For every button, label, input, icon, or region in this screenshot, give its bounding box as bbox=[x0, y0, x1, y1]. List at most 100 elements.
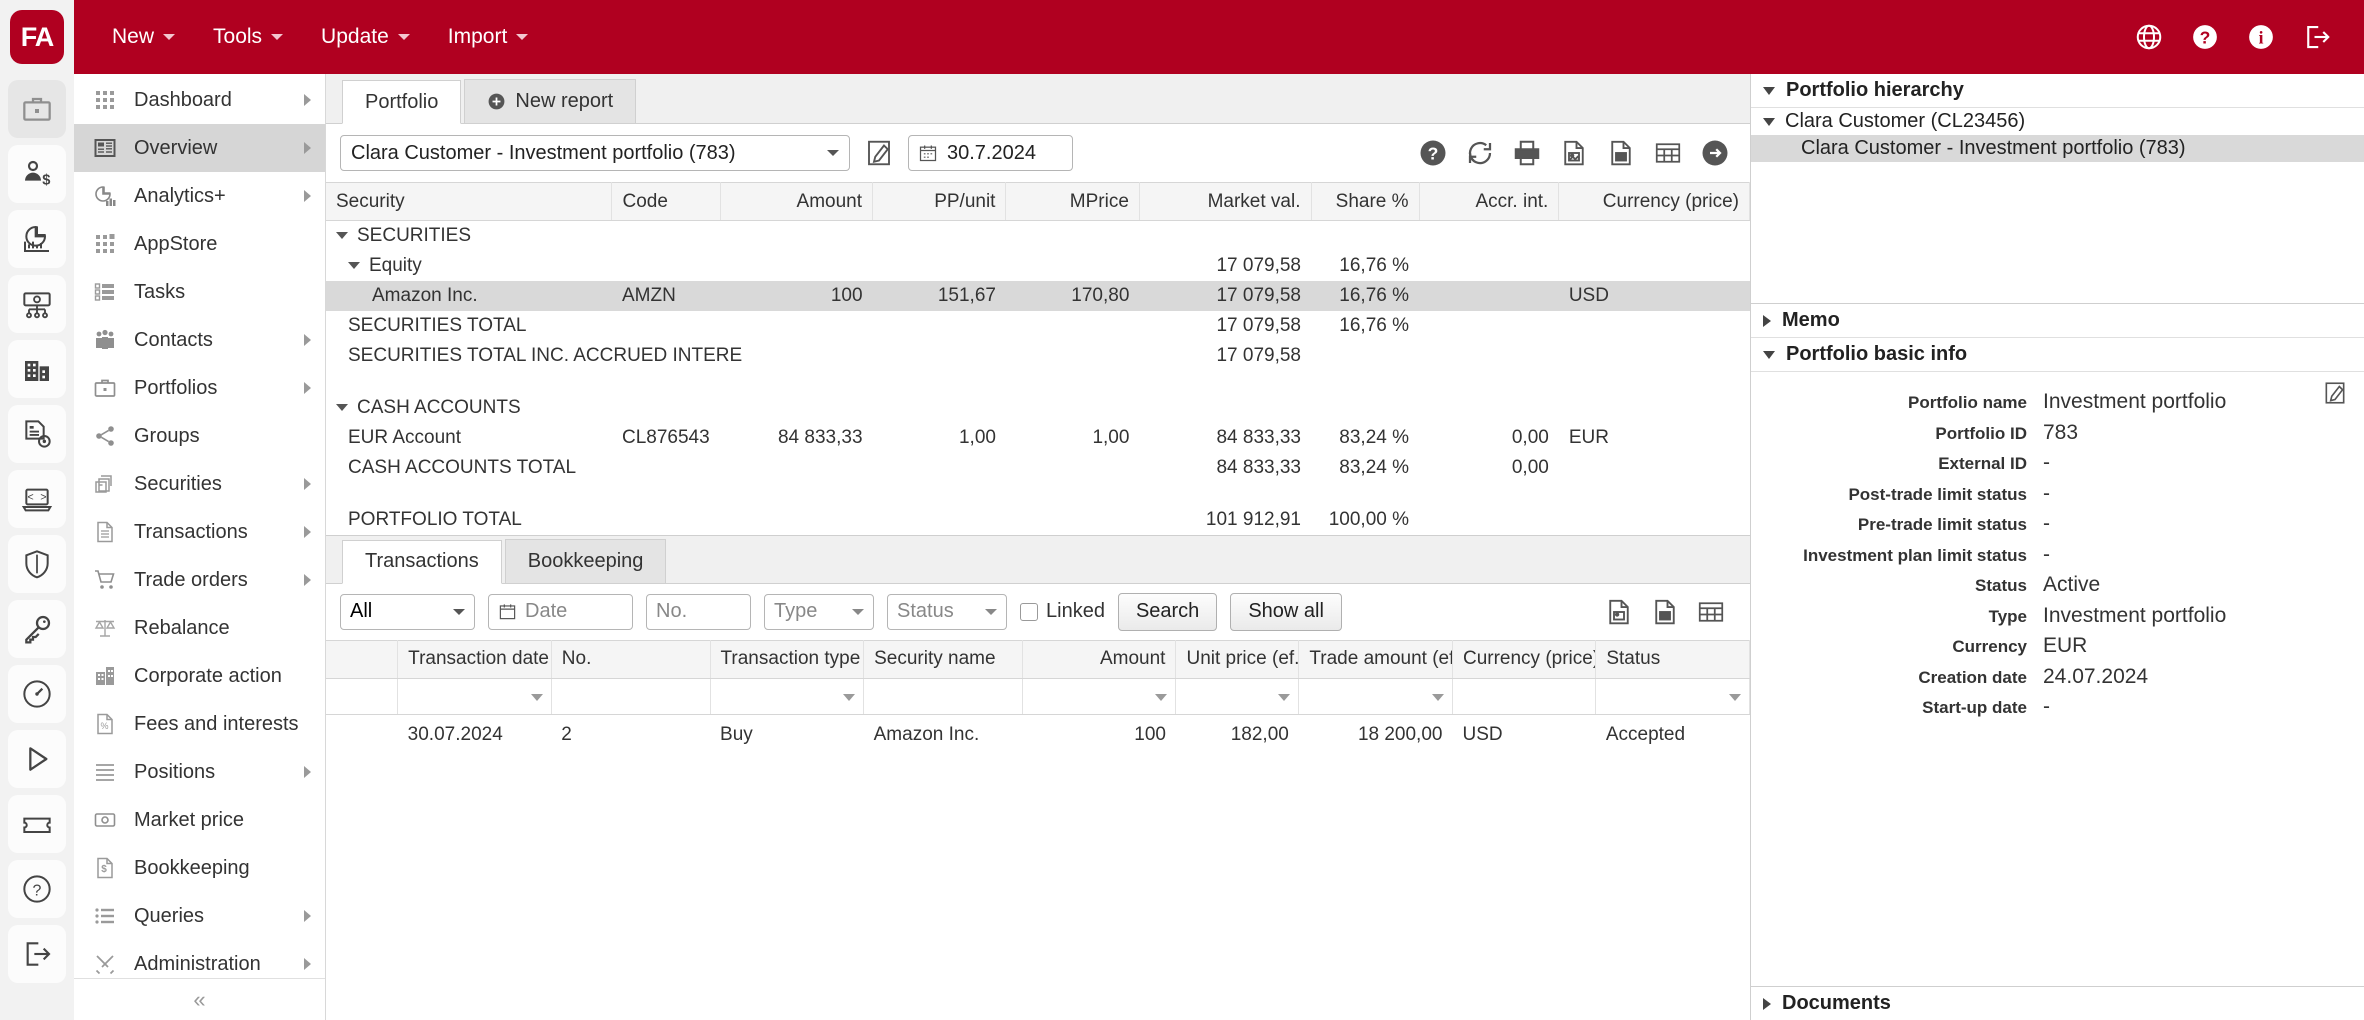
sidebar-item-corporate-action[interactable]: Corporate action bbox=[74, 652, 325, 700]
rail-key-icon[interactable] bbox=[8, 600, 66, 658]
portfolio-row[interactable]: SECURITIES TOTAL INC. ACCRUED INTERE 17 0… bbox=[326, 341, 1750, 371]
column-filter-cell[interactable] bbox=[710, 678, 865, 715]
export-excel-icon[interactable] bbox=[1606, 138, 1636, 168]
twisty-icon[interactable] bbox=[1763, 117, 1775, 126]
sidebar-item-contacts[interactable]: Contacts bbox=[74, 316, 325, 364]
tab-new-report[interactable]: New report bbox=[464, 79, 637, 123]
transactions-row[interactable]: 30.07.2024 2 Buy Amazon Inc. 100 182,00 18 200… bbox=[326, 714, 1750, 756]
sidebar-item-analytics-[interactable]: Analytics+ bbox=[74, 172, 325, 220]
transactions-col-status[interactable]: Status bbox=[1595, 639, 1750, 679]
chevron-down-icon[interactable] bbox=[843, 694, 856, 701]
date-filter-input[interactable]: Date bbox=[488, 593, 633, 630]
sidebar-item-trade-orders[interactable]: Trade orders bbox=[74, 556, 325, 604]
logout-icon[interactable] bbox=[2302, 22, 2332, 52]
chevron-down-icon[interactable] bbox=[1431, 694, 1444, 701]
portfolio-col-currency-price-[interactable]: Currency (price) bbox=[1558, 182, 1750, 221]
linked-checkbox-box[interactable] bbox=[1020, 602, 1038, 621]
rail-play-icon[interactable] bbox=[8, 730, 66, 788]
portfolio-select[interactable]: Clara Customer - Investment portfolio (7… bbox=[340, 135, 850, 171]
sidebar-item-administration[interactable]: Administration bbox=[74, 940, 325, 978]
arrow-right-circle-icon[interactable] bbox=[1700, 138, 1730, 168]
transactions-col-no-[interactable]: No. bbox=[551, 639, 711, 679]
export-image-icon[interactable] bbox=[1604, 597, 1634, 627]
sidebar-item-overview[interactable]: Overview bbox=[74, 124, 325, 172]
app-logo[interactable]: FA bbox=[10, 10, 64, 64]
sidebar-item-securities[interactable]: Securities bbox=[74, 460, 325, 508]
search-button[interactable]: Search bbox=[1117, 592, 1218, 631]
sidebar-item-market-price[interactable]: Market price bbox=[74, 796, 325, 844]
sidebar-item-fees-and-interests[interactable]: % Fees and interests bbox=[74, 700, 325, 748]
transactions-col-amount[interactable]: Amount bbox=[1022, 639, 1177, 679]
print-icon[interactable] bbox=[1512, 138, 1542, 168]
sidebar-item-groups[interactable]: Groups bbox=[74, 412, 325, 460]
portfolio-row[interactable]: EUR Account CL876543 84 833,33 1,00 1,00 84 8… bbox=[326, 423, 1750, 453]
tab-transactions[interactable]: Transactions bbox=[342, 539, 502, 584]
chevron-down-icon[interactable] bbox=[1729, 694, 1741, 701]
info-circle-icon[interactable]: i bbox=[2246, 22, 2276, 52]
chevron-down-icon[interactable] bbox=[530, 694, 543, 701]
rail-analytics-chart-icon[interactable] bbox=[8, 210, 66, 268]
column-filter-cell[interactable] bbox=[1022, 678, 1177, 715]
twisty-icon[interactable] bbox=[348, 261, 360, 269]
hierarchy-node[interactable]: Clara Customer (CL23456) bbox=[1751, 108, 2364, 135]
column-filter-cell[interactable] bbox=[1595, 678, 1750, 715]
chevron-down-icon[interactable] bbox=[1278, 694, 1291, 701]
topnav-item-new[interactable]: New bbox=[96, 17, 191, 57]
sidebar-item-tasks[interactable]: Tasks bbox=[74, 268, 325, 316]
help-circle-icon[interactable]: ? bbox=[2190, 22, 2220, 52]
table-view-icon[interactable] bbox=[1696, 597, 1726, 627]
rail-logout-icon[interactable] bbox=[8, 925, 66, 983]
column-filter-cell[interactable] bbox=[1298, 678, 1453, 715]
topnav-item-tools[interactable]: Tools bbox=[197, 17, 299, 57]
refresh-icon[interactable] bbox=[1465, 138, 1495, 168]
portfolio-row[interactable]: PORTFOLIO TOTAL 101 912,91 100,00 % bbox=[326, 505, 1750, 535]
portfolio-hierarchy-header[interactable]: Portfolio hierarchy bbox=[1751, 74, 2364, 108]
sidebar-item-bookkeeping[interactable]: $ Bookkeeping bbox=[74, 844, 325, 892]
edit-pencil-icon[interactable] bbox=[864, 138, 894, 168]
portfolio-row[interactable]: SECURITIES TOTAL 17 079,58 16,76 % bbox=[326, 311, 1750, 341]
globe-icon[interactable] bbox=[2134, 22, 2164, 52]
status-select[interactable]: Status bbox=[887, 593, 1007, 630]
column-filter-cell[interactable] bbox=[326, 678, 399, 715]
sidebar-item-portfolios[interactable]: Portfolios bbox=[74, 364, 325, 412]
sidebar-item-transactions[interactable]: Transactions bbox=[74, 508, 325, 556]
twisty-icon[interactable] bbox=[336, 403, 348, 411]
help-circle-icon[interactable]: ? bbox=[1418, 138, 1448, 168]
column-filter-cell[interactable] bbox=[1175, 678, 1300, 715]
column-filter-cell[interactable] bbox=[863, 678, 1023, 715]
transactions-col-blank[interactable] bbox=[326, 639, 399, 679]
column-filter-cell[interactable] bbox=[551, 678, 711, 715]
sidebar-collapse-button[interactable]: « bbox=[74, 978, 325, 1020]
portfolio-row[interactable]: SECURITIES bbox=[326, 221, 1750, 251]
memo-header[interactable]: Memo bbox=[1751, 304, 2364, 338]
transactions-col-transaction-date-[interactable]: Transaction date (… bbox=[397, 639, 552, 679]
portfolio-col-amount[interactable]: Amount bbox=[720, 182, 874, 221]
tab-bookkeeping[interactable]: Bookkeeping bbox=[504, 538, 667, 583]
sidebar-item-queries[interactable]: Queries bbox=[74, 892, 325, 940]
sidebar-item-rebalance[interactable]: Rebalance bbox=[74, 604, 325, 652]
type-select[interactable]: Type bbox=[764, 593, 874, 630]
rail-cash-flow-icon[interactable] bbox=[8, 275, 66, 333]
rail-help-circle-icon[interactable]: ? bbox=[8, 860, 66, 918]
no-filter-input[interactable]: No. bbox=[646, 593, 751, 630]
rail-briefcase-icon[interactable] bbox=[8, 80, 66, 138]
transactions-col-currency-price-[interactable]: Currency (price) bbox=[1452, 639, 1597, 679]
column-filter-cell[interactable] bbox=[1452, 678, 1597, 715]
portfolio-col-security[interactable]: Security bbox=[326, 182, 613, 221]
chevron-down-icon[interactable] bbox=[1155, 694, 1168, 701]
portfolio-col-accr-int-[interactable]: Accr. int. bbox=[1419, 182, 1560, 221]
show-all-button[interactable]: Show all bbox=[1230, 592, 1342, 631]
table-view-icon[interactable] bbox=[1653, 138, 1683, 168]
portfolio-col-code[interactable]: Code bbox=[611, 182, 721, 221]
portfolio-row[interactable]: CASH ACCOUNTS TOTAL 84 833,33 83,24 % 0,00 bbox=[326, 453, 1750, 483]
topnav-item-import[interactable]: Import bbox=[432, 17, 545, 57]
linked-checkbox[interactable]: Linked bbox=[1020, 600, 1105, 623]
tab-portfolio[interactable]: Portfolio bbox=[342, 80, 462, 124]
edit-pencil-icon[interactable] bbox=[2322, 380, 2348, 406]
documents-header[interactable]: Documents bbox=[1751, 986, 2364, 1020]
rail-report-settings-icon[interactable] bbox=[8, 405, 66, 463]
report-date-field[interactable]: 30.7.2024 bbox=[908, 135, 1073, 171]
rail-building-icon[interactable] bbox=[8, 340, 66, 398]
transactions-col-unit-price-ef-[interactable]: Unit price (ef.) bbox=[1175, 639, 1300, 679]
transactions-col-trade-amount-ef-[interactable]: Trade amount (ef.) bbox=[1298, 639, 1453, 679]
